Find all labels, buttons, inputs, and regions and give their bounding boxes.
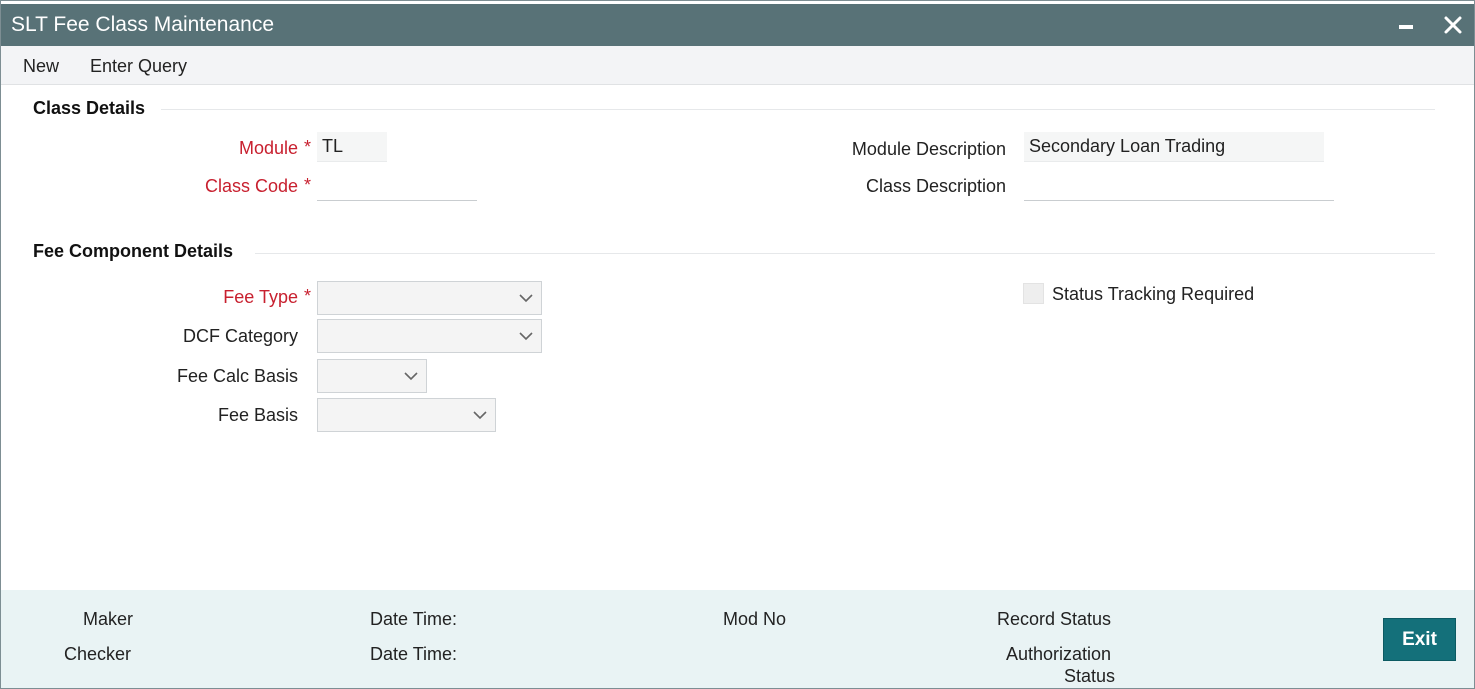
checker-date-time-label: Date Time: (370, 644, 458, 664)
window-title: SLT Fee Class Maintenance (11, 13, 275, 36)
fee-class-window: SLT Fee Class Maintenance New Enter Quer… (0, 0, 1475, 689)
class-description-field[interactable] (1024, 171, 1334, 201)
enter-query-button[interactable]: Enter Query (90, 56, 187, 76)
maker-label: Maker (83, 609, 134, 629)
minimize-icon[interactable] (1399, 25, 1413, 29)
fee-type-select[interactable] (317, 281, 542, 315)
status-tracking-checkbox[interactable] (1023, 283, 1044, 304)
dcf-category-select[interactable] (317, 319, 542, 353)
class-code-field[interactable] (317, 171, 477, 201)
close-icon[interactable] (1442, 14, 1464, 36)
dcf-category-label: DCF Category (182, 326, 298, 346)
module-label: Module (238, 138, 298, 158)
authorization-status-label: Status (1064, 666, 1116, 686)
fee-calc-basis-label: Fee Calc Basis (176, 366, 298, 386)
audit-footer: Maker Checker Date Time: Date Time: Mod … (1, 590, 1474, 688)
fee-calc-basis-select[interactable] (317, 359, 427, 393)
module-required-marker: * (304, 137, 312, 157)
mod-no-label: Mod No (723, 609, 787, 629)
chevron-down-icon (404, 372, 418, 381)
module-field[interactable] (317, 132, 387, 162)
fee-component-divider (255, 253, 1435, 254)
authorization-label: Authorization (1006, 644, 1112, 664)
fee-component-details-heading: Fee Component Details (33, 241, 234, 261)
maker-date-time-label: Date Time: (370, 609, 458, 629)
checker-label: Checker (64, 644, 132, 664)
fee-basis-select[interactable] (317, 398, 496, 432)
record-status-label: Record Status (997, 609, 1112, 629)
chevron-down-icon (519, 332, 533, 341)
chevron-down-icon (473, 411, 487, 420)
toolbar: New Enter Query (1, 46, 1474, 85)
class-description-label: Class Description (865, 176, 1006, 196)
fee-basis-label: Fee Basis (217, 405, 298, 425)
status-tracking-label: Status Tracking Required (1052, 284, 1255, 304)
class-details-heading: Class Details (33, 98, 146, 118)
fee-type-label: Fee Type (223, 287, 298, 307)
exit-button[interactable]: Exit (1383, 618, 1456, 661)
class-details-divider (161, 109, 1435, 110)
new-button[interactable]: New (23, 56, 59, 76)
class-code-required-marker: * (304, 175, 312, 195)
class-code-label: Class Code (204, 176, 298, 196)
module-description-field[interactable] (1024, 132, 1324, 162)
fee-type-required-marker: * (304, 286, 312, 306)
title-bar: SLT Fee Class Maintenance (1, 4, 1474, 46)
chevron-down-icon (519, 294, 533, 303)
module-description-label: Module Description (851, 139, 1006, 159)
